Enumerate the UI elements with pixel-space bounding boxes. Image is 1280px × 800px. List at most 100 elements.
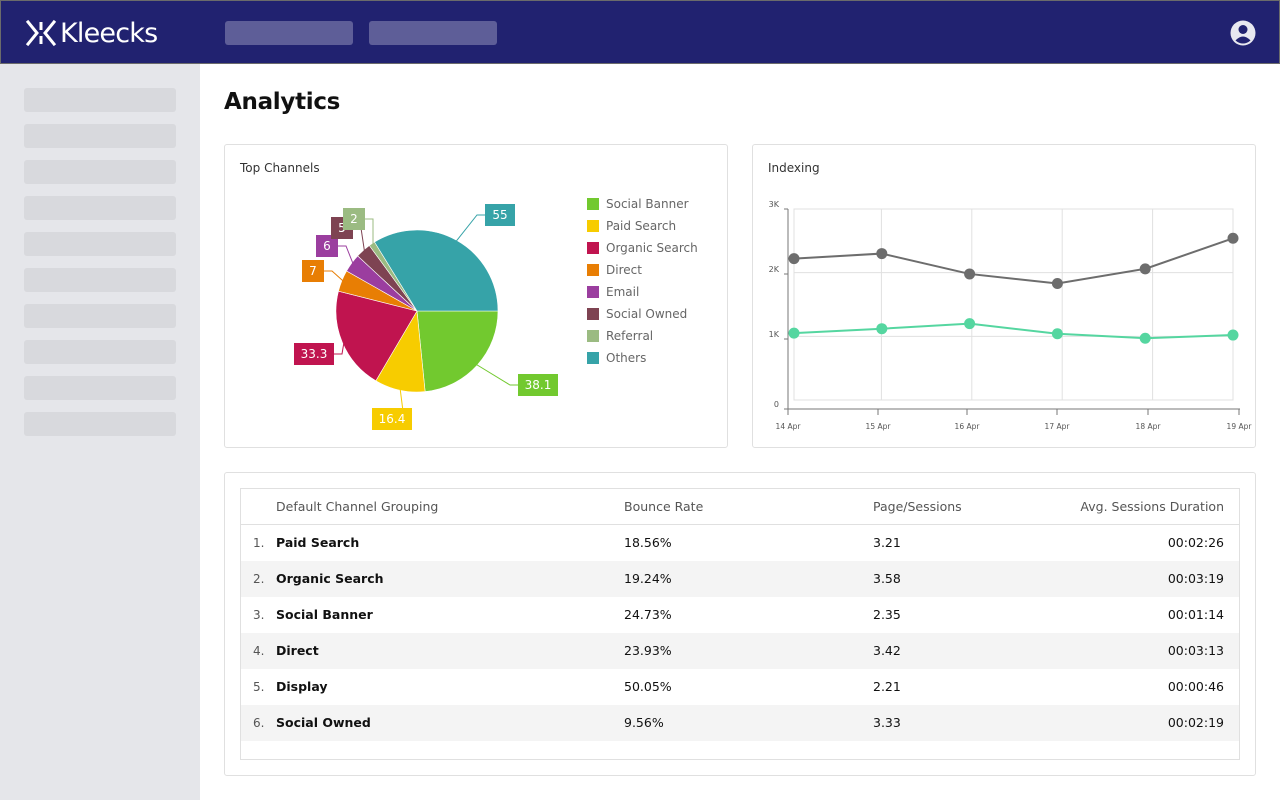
y-tick-label: 0 <box>774 400 779 409</box>
table-row[interactable]: 4. Direct 23.93% 3.42 00:03:13 <box>241 633 1239 669</box>
sidebar-item-7[interactable] <box>24 304 176 328</box>
data-point-series-gray[interactable] <box>1139 263 1151 275</box>
legend-item[interactable]: Direct <box>587 259 698 281</box>
bounce-rate: 23.93% <box>624 643 672 658</box>
sidebar-item-9[interactable] <box>24 376 176 400</box>
legend-swatch <box>587 242 599 254</box>
page-title: Analytics <box>224 89 341 115</box>
legend-item[interactable]: Email <box>587 281 698 303</box>
user-account-button[interactable] <box>1229 19 1257 47</box>
data-point-series-green[interactable] <box>964 318 976 330</box>
col-header-page-sessions[interactable]: Page/Sessions <box>873 489 962 525</box>
channels-table: Default Channel Grouping Bounce Rate Pag… <box>240 488 1240 760</box>
table-row[interactable]: 3. Social Banner 24.73% 2.35 00:01:14 <box>241 597 1239 633</box>
table-row[interactable]: 6. Social Owned 9.56% 3.33 00:02:19 <box>241 705 1239 741</box>
data-point-series-green[interactable] <box>788 327 800 339</box>
legend-item[interactable]: Social Banner <box>587 193 698 215</box>
channel-name: Social Owned <box>276 715 371 730</box>
avg-duration: 00:02:26 <box>1167 535 1224 550</box>
data-point-series-green[interactable] <box>1227 329 1239 341</box>
bounce-rate: 50.05% <box>624 679 672 694</box>
bounce-rate: 9.56% <box>624 715 664 730</box>
data-point-series-green[interactable] <box>1139 332 1151 344</box>
legend-label: Organic Search <box>606 241 698 255</box>
brand-logo[interactable]: Kleecks <box>25 17 158 49</box>
legend-swatch <box>587 308 599 320</box>
col-header-channel[interactable]: Default Channel Grouping <box>276 489 438 525</box>
data-point-series-gray[interactable] <box>1227 232 1239 244</box>
avg-duration: 00:03:13 <box>1167 643 1224 658</box>
col-header-avg-duration[interactable]: Avg. Sessions Duration <box>1080 489 1224 525</box>
page-sessions: 3.33 <box>873 715 901 730</box>
x-tick-label: 16 Apr <box>955 422 981 431</box>
legend-item[interactable]: Organic Search <box>587 237 698 259</box>
pie-slice-social-banner[interactable] <box>416 310 499 392</box>
table-row[interactable]: 2. Organic Search 19.24% 3.58 00:03:19 <box>241 561 1239 597</box>
avg-duration: 00:02:19 <box>1167 715 1224 730</box>
page-sessions: 2.21 <box>873 679 901 694</box>
row-number: 4. <box>253 644 265 658</box>
brand-name: Kleecks <box>60 17 158 49</box>
top-channels-pie-chart: 38.116.433.37652 55 <box>294 204 558 430</box>
legend-swatch <box>587 286 599 298</box>
indexing-line-chart: 0 1K 2K 3K 14 Apr 15 Apr 16 Apr 17 Apr 18 Apr 19 … <box>769 200 1253 431</box>
data-point-series-green[interactable] <box>1051 328 1063 340</box>
legend-label: Social Owned <box>606 307 688 321</box>
legend-item[interactable]: Others <box>587 347 698 369</box>
pie-leader-line <box>338 245 354 265</box>
channel-name: Display <box>276 679 328 694</box>
pie-leader-line <box>365 218 374 246</box>
legend-label: Referral <box>606 329 654 343</box>
sidebar-item-6[interactable] <box>24 268 176 292</box>
x-tick-label: 18 Apr <box>1136 422 1162 431</box>
x-tick-label: 15 Apr <box>866 422 892 431</box>
data-point-series-gray[interactable] <box>1051 277 1063 289</box>
data-point-series-green[interactable] <box>876 323 888 335</box>
sidebar-item-5[interactable] <box>24 232 176 256</box>
page-sessions: 2.35 <box>873 607 901 622</box>
sidebar-item-3[interactable] <box>24 160 176 184</box>
col-header-bounce-rate[interactable]: Bounce Rate <box>624 489 703 525</box>
table-header: Default Channel Grouping Bounce Rate Pag… <box>241 489 1239 525</box>
nav-placeholder-2[interactable] <box>369 21 497 45</box>
legend-item[interactable]: Social Owned <box>587 303 698 325</box>
kleecks-logo-icon <box>25 19 57 47</box>
row-number: 2. <box>253 572 265 586</box>
channels-table-card: Default Channel Grouping Bounce Rate Pag… <box>224 472 1256 776</box>
sidebar-item-10[interactable] <box>24 412 176 436</box>
pie-data-label: 16.4 <box>379 412 406 426</box>
bounce-rate: 18.56% <box>624 535 672 550</box>
pie-leader-line <box>324 270 345 282</box>
data-point-series-gray[interactable] <box>964 268 976 280</box>
avg-duration: 00:03:19 <box>1167 571 1224 586</box>
row-number: 1. <box>253 536 265 550</box>
data-point-series-gray[interactable] <box>788 253 800 265</box>
nav-placeholder-1[interactable] <box>225 21 353 45</box>
sidebar-item-8[interactable] <box>24 340 176 364</box>
legend-item[interactable]: Paid Search <box>587 215 698 237</box>
legend-label: Others <box>606 351 647 365</box>
channel-name: Direct <box>276 643 319 658</box>
line-series-gray <box>793 237 1234 285</box>
page-sessions: 3.21 <box>873 535 901 550</box>
sidebar-item-4[interactable] <box>24 196 176 220</box>
channel-name: Social Banner <box>276 607 373 622</box>
sidebar-item-1[interactable] <box>24 88 176 112</box>
page-sessions: 3.42 <box>873 643 901 658</box>
channel-name: Organic Search <box>276 571 384 586</box>
sidebar <box>0 64 200 800</box>
legend-label: Paid Search <box>606 219 677 233</box>
plot-area-border <box>793 208 1234 401</box>
row-number: 6. <box>253 716 265 730</box>
table-row[interactable]: 1. Paid Search 18.56% 3.21 00:02:26 <box>241 525 1239 561</box>
data-point-series-gray[interactable] <box>876 248 888 260</box>
top-bar: Kleecks <box>0 0 1280 64</box>
pie-data-label: 6 <box>323 239 331 253</box>
pie-leader-line <box>455 214 485 243</box>
top-channels-card: Top Channels 38.1 16.4 33.3 7 6 5 2 55 Social B… <box>224 144 728 448</box>
sidebar-item-2[interactable] <box>24 124 176 148</box>
x-tick-label: 17 Apr <box>1045 422 1071 431</box>
table-row[interactable]: 5. Display 50.05% 2.21 00:00:46 <box>241 669 1239 705</box>
avg-duration: 00:00:46 <box>1167 679 1224 694</box>
legend-item[interactable]: Referral <box>587 325 698 347</box>
